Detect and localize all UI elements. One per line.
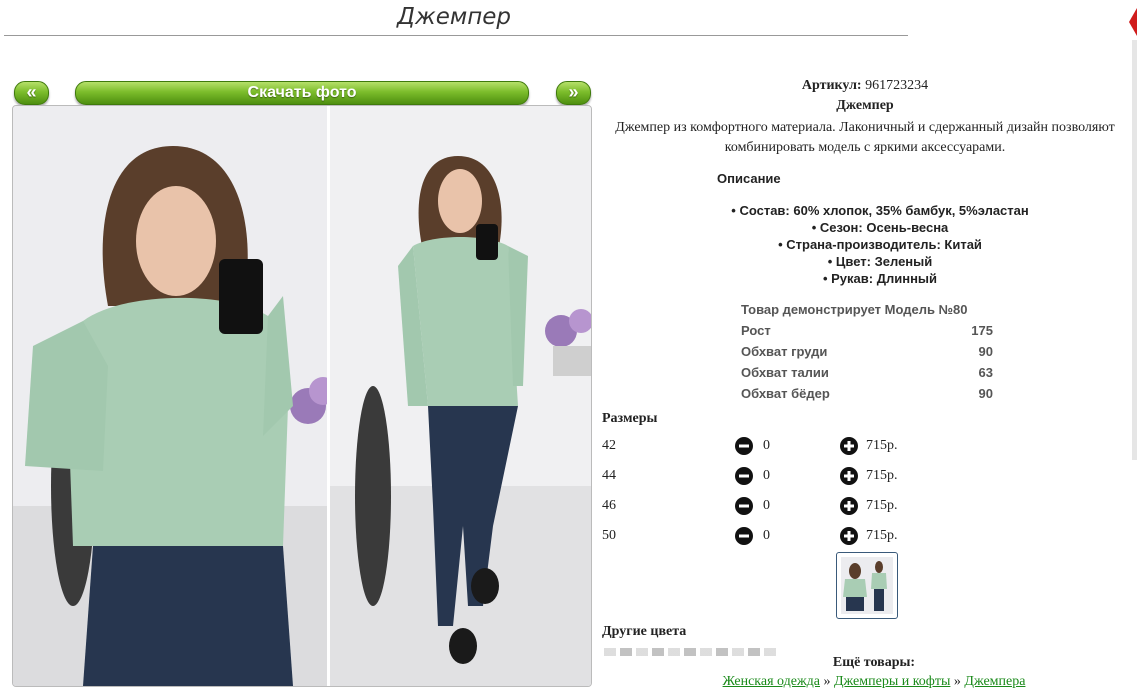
plus-circle-icon[interactable]: [840, 497, 858, 515]
other-colors-heading: Другие цвета: [602, 624, 687, 639]
page-scrollbar[interactable]: [1132, 40, 1137, 460]
spec-item: • Состав: 60% хлопок, 35% бамбук, 5%элас…: [731, 203, 1029, 218]
article-label: Артикул:: [801, 78, 862, 93]
quantity-value: 0: [763, 438, 770, 453]
quantity-value: 0: [763, 468, 770, 483]
model-row: Обхват груди 90: [741, 344, 993, 359]
article-line: Артикул: 961723234: [600, 78, 1130, 94]
plus-circle-icon[interactable]: [840, 527, 858, 545]
breadcrumb-separator: »: [953, 674, 961, 689]
article-value: 961723234: [865, 78, 929, 93]
spec-item: • Страна-производитель: Китай: [778, 237, 982, 252]
breadcrumb-link[interactable]: Джемпера: [964, 674, 1025, 689]
next-photo-button[interactable]: »: [556, 81, 591, 105]
spec-list: • Состав: 60% хлопок, 35% бамбук, 5%элас…: [650, 202, 1110, 287]
size-label: 44: [602, 468, 616, 483]
breadcrumb: Женская одежда » Джемперы и кофты » Джем…: [600, 674, 1137, 690]
model-row: Товар демонстрирует Модель №80: [741, 302, 968, 317]
model-row: Обхват талии 63: [741, 365, 993, 380]
minus-circle-icon[interactable]: [735, 467, 753, 485]
size-price: 715р.: [866, 528, 898, 543]
plus-circle-icon[interactable]: [840, 437, 858, 455]
download-photo-button[interactable]: Скачать фото: [75, 81, 529, 105]
size-label: 50: [602, 528, 616, 543]
minus-circle-icon[interactable]: [735, 437, 753, 455]
plus-circle-icon[interactable]: [840, 467, 858, 485]
photo-thumbnail-image: [841, 557, 893, 614]
size-row: 50 0 715р.: [602, 527, 922, 547]
breadcrumb-separator: »: [823, 674, 831, 689]
model-measurements: Товар демонстрирует Модель №80 Рост 175 О…: [741, 302, 993, 407]
spec-item: • Рукав: Длинный: [822, 271, 938, 286]
size-price: 715р.: [866, 438, 898, 453]
size-row: 44 0 715р.: [602, 467, 922, 487]
minus-circle-icon[interactable]: [735, 527, 753, 545]
size-label: 46: [602, 498, 616, 513]
product-photo[interactable]: [12, 105, 592, 687]
breadcrumb-link[interactable]: Джемперы и кофты: [834, 674, 950, 689]
size-price: 715р.: [866, 468, 898, 483]
page-title: Джемпер: [397, 4, 511, 30]
size-row: 42 0 715р.: [602, 437, 922, 457]
photo-thumbnail[interactable]: [836, 552, 898, 619]
description-heading: Описание: [717, 171, 781, 186]
spec-item: • Цвет: Зеленый: [827, 254, 933, 269]
minus-circle-icon[interactable]: [735, 497, 753, 515]
breadcrumb-link[interactable]: Женская одежда: [723, 674, 820, 689]
size-label: 42: [602, 438, 616, 453]
title-divider: [4, 35, 908, 36]
size-row: 46 0 715р.: [602, 497, 922, 517]
more-goods-heading: Ещё товары:: [832, 655, 916, 670]
prev-photo-button[interactable]: «: [14, 81, 49, 105]
product-photo-image: [13, 106, 591, 686]
sizes-heading: Размеры: [602, 411, 658, 426]
product-name: Джемпер: [836, 98, 894, 113]
size-price: 715р.: [866, 498, 898, 513]
quantity-value: 0: [763, 528, 770, 543]
quantity-value: 0: [763, 498, 770, 513]
spec-item: • Сезон: Осень-весна: [811, 220, 949, 235]
product-description: Джемпер из комфортного материала. Лакони…: [615, 120, 1115, 155]
model-row: Обхват бёдер 90: [741, 386, 993, 401]
model-row: Рост 175: [741, 323, 993, 338]
corner-marker-icon: [1129, 8, 1137, 36]
